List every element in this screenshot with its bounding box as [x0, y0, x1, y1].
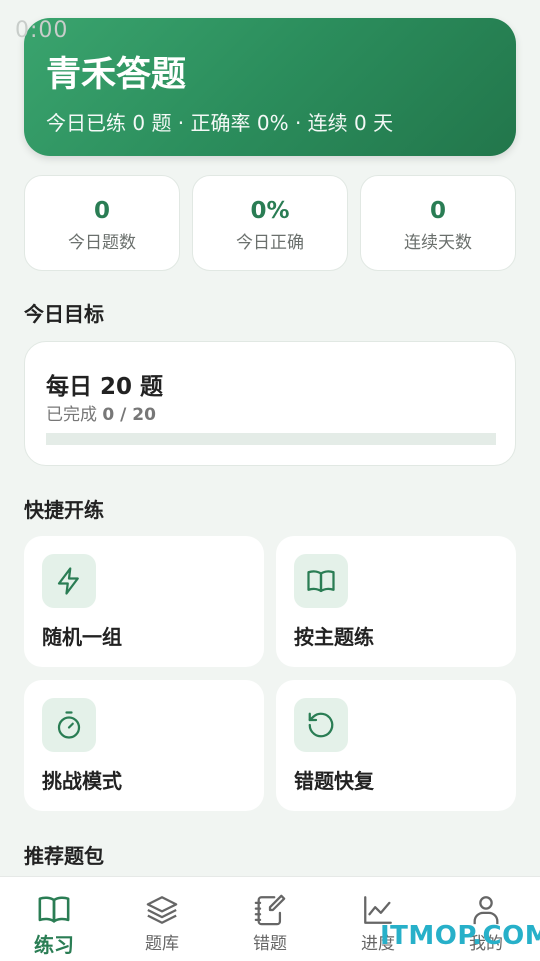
tab-label: 错题: [253, 934, 287, 954]
tab-question-bank[interactable]: 题库: [108, 877, 216, 961]
book-icon: [294, 554, 348, 608]
stat-value: 0%: [250, 198, 290, 224]
tab-label: 题库: [145, 934, 179, 954]
quick-by-topic-button[interactable]: 按主题练: [276, 536, 516, 667]
stat-label: 连续天数: [404, 233, 472, 253]
goal-progress-prefix: 已完成: [46, 405, 97, 425]
retry-icon: [294, 698, 348, 752]
section-title-quick: 快捷开练: [24, 498, 104, 522]
stat-value: 0: [93, 198, 110, 224]
site-watermark: ITMOP.COM: [380, 921, 540, 951]
stat-card-today-accuracy: 0% 今日正确: [192, 175, 348, 271]
stat-value: 0: [429, 198, 446, 224]
stopwatch-icon: [42, 698, 96, 752]
section-title-recommend: 推荐题包: [24, 844, 104, 868]
goal-title: 每日 20 题: [46, 374, 164, 400]
quick-challenge-button[interactable]: 挑战模式: [24, 680, 264, 811]
quick-label: 错题快复: [294, 769, 374, 793]
tab-practice[interactable]: 练习: [0, 877, 108, 961]
hero-banner: 青禾答题 今日已练 0 题 · 正确率 0% · 连续 0 天: [24, 18, 516, 156]
goal-progress-bar: [46, 433, 496, 445]
quick-label: 挑战模式: [42, 769, 122, 793]
quick-random-set-button[interactable]: 随机一组: [24, 536, 264, 667]
book-icon: [0, 893, 108, 927]
app-title: 青禾答题: [46, 55, 187, 95]
status-time: 0:00: [15, 18, 69, 43]
goal-progress-text: 已完成 0 / 20: [46, 400, 156, 425]
lightning-icon: [42, 554, 96, 608]
stat-card-today-count: 0 今日题数: [24, 175, 180, 271]
daily-goal-card[interactable]: 每日 20 题 已完成 0 / 20: [24, 341, 516, 466]
quick-wrong-review-button[interactable]: 错题快复: [276, 680, 516, 811]
quick-label: 按主题练: [294, 625, 374, 649]
hero-summary: 今日已练 0 题 · 正确率 0% · 连续 0 天: [46, 111, 394, 135]
tab-label: 练习: [34, 933, 74, 957]
stat-label: 今日正确: [236, 233, 304, 253]
stat-card-streak-days: 0 连续天数: [360, 175, 516, 271]
section-title-goal: 今日目标: [24, 302, 104, 326]
stat-label: 今日题数: [68, 233, 136, 253]
tab-wrong-questions[interactable]: 错题: [216, 877, 324, 961]
notebook-edit-icon: [216, 893, 324, 927]
goal-progress-count: 0 / 20: [102, 405, 156, 425]
quick-label: 随机一组: [42, 625, 122, 649]
layers-icon: [108, 893, 216, 927]
